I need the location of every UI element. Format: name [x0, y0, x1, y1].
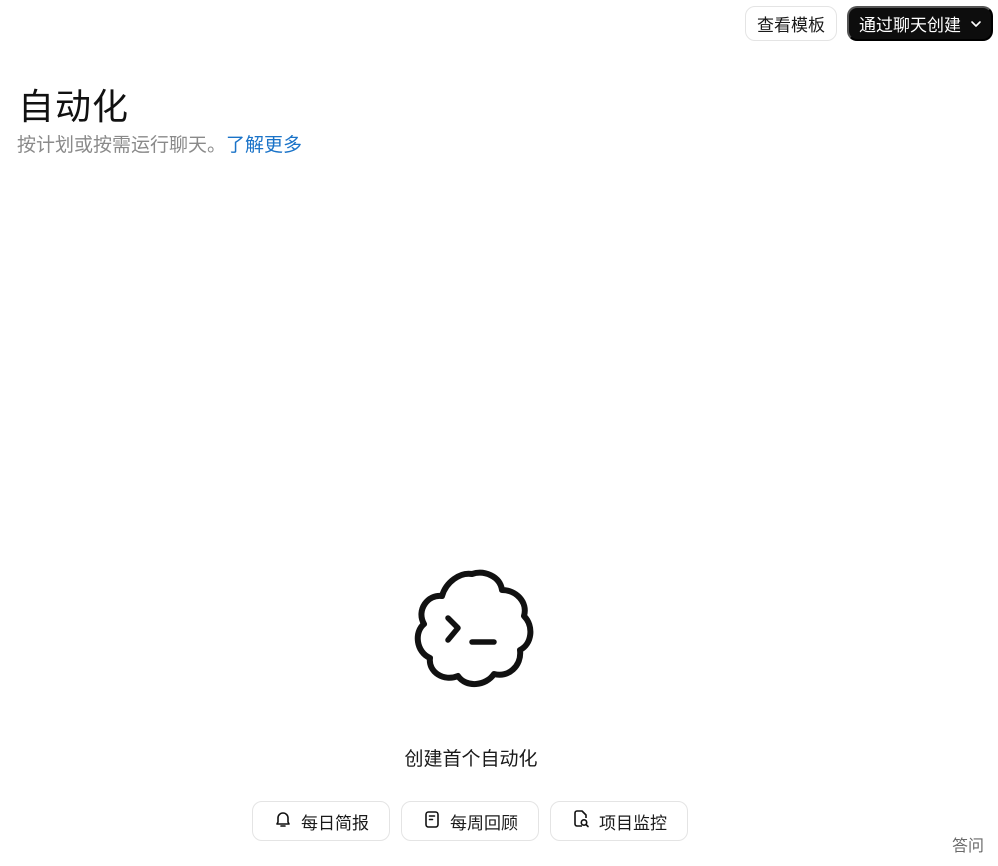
corner-watermark: 答问 — [951, 836, 984, 855]
create-via-chat-label: 通过聊天创建 — [859, 16, 961, 35]
notepad-icon — [422, 809, 442, 834]
chip-label: 每周回顾 — [450, 813, 518, 833]
header-actions: 查看模板 通过聊天创建 — [745, 6, 993, 41]
chip-daily-briefing[interactable]: 每日简报 — [252, 801, 390, 841]
view-templates-button[interactable]: 查看模板 — [745, 6, 837, 41]
subtitle-text: 按计划或按需运行聊天。 — [17, 134, 227, 156]
chip-label: 每日简报 — [301, 813, 369, 833]
chevron-down-icon[interactable] — [969, 17, 983, 31]
chip-project-monitor[interactable]: 项目监控 — [550, 801, 688, 841]
empty-state-title: 创建首个自动化 — [404, 748, 538, 770]
chip-label: 项目监控 — [599, 813, 667, 833]
page-title: 自动化 — [18, 87, 130, 128]
chip-weekly-review[interactable]: 每周回顾 — [401, 801, 539, 841]
learn-more-link[interactable]: 了解更多 — [226, 134, 302, 156]
create-via-chat-button[interactable]: 通过聊天创建 — [847, 6, 993, 41]
file-search-icon — [571, 809, 591, 834]
page-subtitle: 按计划或按需运行聊天。了解更多 — [17, 130, 302, 157]
automation-cloud-terminal-icon — [410, 568, 534, 692]
bell-icon — [273, 809, 293, 834]
suggestion-chips: 每日简报 每周回顾 项目监控 — [252, 801, 688, 841]
